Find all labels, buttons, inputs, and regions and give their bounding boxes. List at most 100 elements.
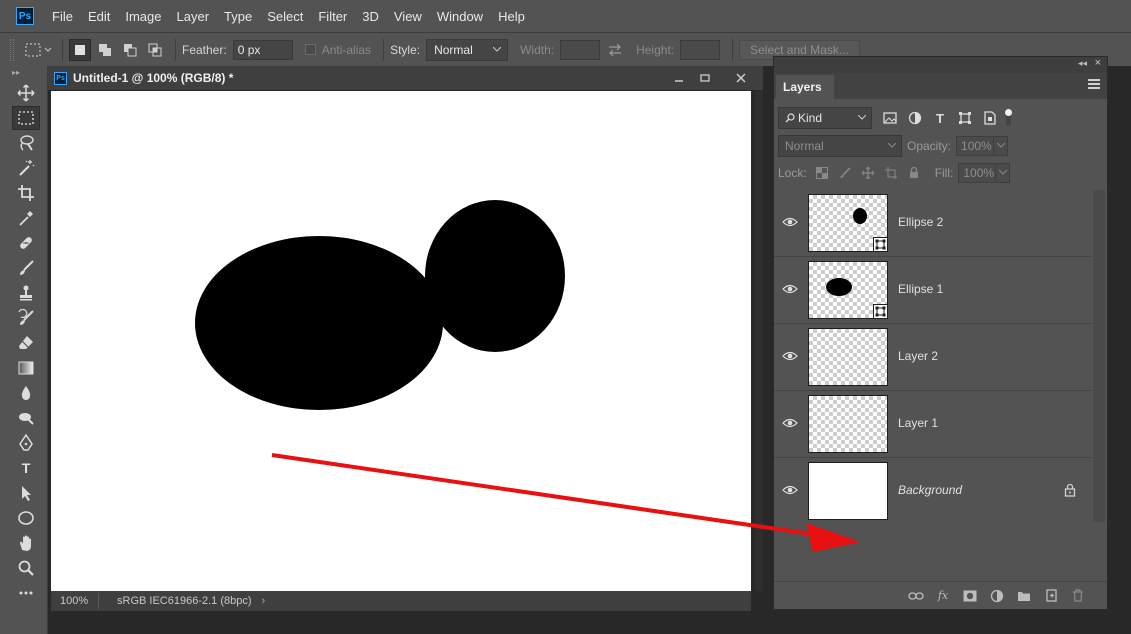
delete-layer-button[interactable]: [1069, 587, 1087, 605]
ellipse-shape-tool[interactable]: [12, 506, 40, 530]
add-selection-button[interactable]: [94, 39, 116, 61]
filter-pixel-button[interactable]: [880, 108, 900, 128]
minimize-button[interactable]: [668, 70, 690, 86]
crop-tool[interactable]: [12, 181, 40, 205]
visibility-eye-icon[interactable]: [782, 350, 798, 362]
history-brush-tool[interactable]: [12, 306, 40, 330]
menu-help[interactable]: Help: [498, 9, 525, 24]
status-menu-icon[interactable]: ›: [262, 595, 266, 607]
blur-tool[interactable]: [12, 381, 40, 405]
healing-brush-tool[interactable]: [12, 231, 40, 255]
brush-tool[interactable]: [12, 256, 40, 280]
eyedropper-tool[interactable]: [12, 206, 40, 230]
panel-menu-icon[interactable]: [1088, 79, 1100, 91]
magic-wand-tool[interactable]: [12, 156, 40, 180]
menu-3d[interactable]: 3D: [362, 9, 379, 24]
visibility-eye-icon[interactable]: [782, 216, 798, 228]
filter-smart-object-button[interactable]: [980, 108, 1000, 128]
menu-file[interactable]: File: [52, 9, 73, 24]
lock-all-button[interactable]: [904, 164, 924, 182]
new-adjustment-button[interactable]: [988, 587, 1006, 605]
visibility-eye-icon[interactable]: [782, 283, 798, 295]
zoom-tool[interactable]: [12, 556, 40, 580]
layers-scrollbar[interactable]: [1093, 190, 1105, 522]
tool-preset-picker[interactable]: [22, 39, 56, 61]
shape-layer-badge-icon: [873, 237, 888, 252]
menu-type[interactable]: Type: [224, 9, 252, 24]
visibility-eye-icon[interactable]: [782, 417, 798, 429]
fill-input[interactable]: 100%: [958, 163, 997, 183]
padlock-icon[interactable]: [1064, 483, 1076, 497]
new-selection-button[interactable]: [69, 38, 91, 61]
tab-layers[interactable]: Layers: [776, 75, 834, 99]
blend-mode-dropdown[interactable]: Normal: [778, 135, 902, 157]
type-tool[interactable]: T: [12, 456, 40, 480]
layer-name: Background: [898, 483, 963, 497]
lasso-tool[interactable]: [12, 131, 40, 155]
options-bar-grip[interactable]: [10, 38, 14, 61]
feather-input[interactable]: 0 px: [232, 39, 293, 60]
layer-row-ellipse-1[interactable]: Ellipse 1: [774, 257, 1092, 324]
height-input[interactable]: [680, 39, 721, 60]
rect-marquee-tool[interactable]: [12, 106, 40, 130]
visibility-eye-icon[interactable]: [782, 484, 798, 496]
width-input[interactable]: [560, 39, 601, 60]
menu-select[interactable]: Select: [267, 9, 303, 24]
intersect-selection-button[interactable]: [144, 39, 166, 61]
layer-row-layer-1[interactable]: Layer 1: [774, 391, 1092, 458]
canvas[interactable]: [51, 91, 751, 591]
filter-type-button[interactable]: T: [930, 108, 950, 128]
layer-thumbnail: [808, 328, 888, 386]
layer-row-background[interactable]: Background: [774, 458, 1092, 525]
layer-style-button[interactable]: fx: [934, 587, 952, 605]
hand-tool[interactable]: [12, 531, 40, 555]
style-dropdown[interactable]: Normal: [426, 38, 509, 61]
more-tools[interactable]: [12, 581, 40, 605]
pen-tool[interactable]: [12, 431, 40, 455]
filter-kind-dropdown[interactable]: Kind: [778, 107, 872, 129]
layer-row-layer-2[interactable]: Layer 2: [774, 324, 1092, 391]
close-panel-icon[interactable]: ×: [1095, 57, 1101, 69]
layer-row-ellipse-2[interactable]: Ellipse 2: [774, 190, 1092, 257]
checkerboard-lock-icon: [815, 167, 828, 179]
opacity-dropdown[interactable]: [994, 136, 1009, 156]
new-group-button[interactable]: [1015, 587, 1033, 605]
subtract-selection-button[interactable]: [119, 39, 141, 61]
eraser-tool[interactable]: [12, 331, 40, 355]
filter-toggle[interactable]: [1003, 108, 1013, 128]
maximize-button[interactable]: [694, 70, 716, 86]
lock-artboard-button[interactable]: [881, 164, 901, 182]
path-select-tool[interactable]: [12, 481, 40, 505]
dodge-tool[interactable]: [12, 406, 40, 430]
close-button[interactable]: [730, 70, 752, 86]
menu-view[interactable]: View: [394, 9, 422, 24]
gradient-tool[interactable]: [12, 356, 40, 380]
new-layer-button[interactable]: [1042, 587, 1060, 605]
filter-shape-button[interactable]: [955, 108, 975, 128]
move-tool[interactable]: [12, 81, 40, 105]
collapse-toolbar-icon[interactable]: ▸▸: [0, 66, 47, 80]
lock-position-button[interactable]: [858, 164, 878, 182]
fill-dropdown[interactable]: [996, 163, 1011, 183]
clone-stamp-tool[interactable]: [12, 281, 40, 305]
menu-edit[interactable]: Edit: [88, 9, 110, 24]
collapse-panel-icon[interactable]: ◂◂: [1078, 58, 1087, 69]
menu-window[interactable]: Window: [437, 9, 483, 24]
menu-layer[interactable]: Layer: [177, 9, 210, 24]
canvas-scrollbar[interactable]: [755, 91, 763, 591]
lock-pixels-button[interactable]: [835, 164, 855, 182]
menu-filter[interactable]: Filter: [318, 9, 347, 24]
opacity-input[interactable]: 100%: [956, 136, 995, 156]
separator: [175, 38, 176, 61]
swap-dimensions-button[interactable]: [600, 43, 630, 56]
add-mask-button[interactable]: [961, 587, 979, 605]
filter-adjustment-button[interactable]: [905, 108, 925, 128]
zoom-level[interactable]: 100%: [51, 593, 99, 609]
antialias-checkbox[interactable]: [304, 44, 316, 55]
clone-stamp-icon: [20, 285, 32, 301]
link-layers-button[interactable]: [907, 587, 925, 605]
tools-panel: ▸▸ T: [0, 66, 48, 634]
menu-image[interactable]: Image: [125, 9, 161, 24]
document-tab[interactable]: Ps Untitled-1 @ 100% (RGB/8) *: [48, 66, 763, 90]
lock-transparency-button[interactable]: [812, 164, 832, 182]
